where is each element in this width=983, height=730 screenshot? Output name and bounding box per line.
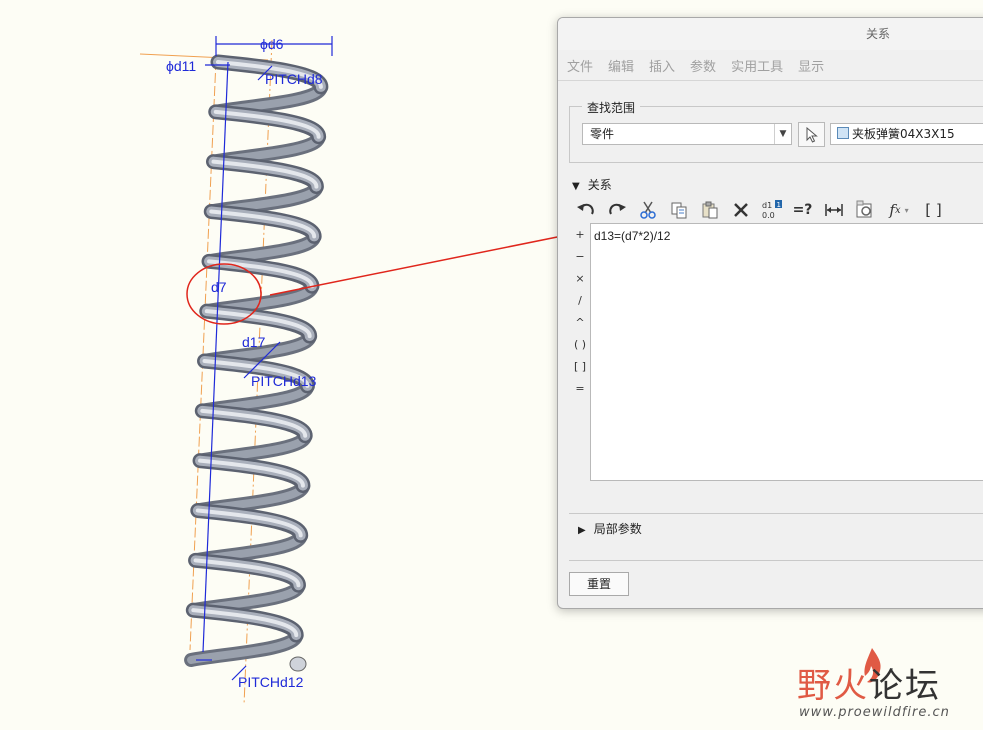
caret-down-icon: ▼	[572, 181, 580, 192]
scope-value: 零件	[590, 127, 615, 141]
operator-multiply-button[interactable]: ×	[572, 268, 588, 290]
watermark-title-red: 野火	[797, 666, 869, 706]
insert-feature-icon[interactable]	[851, 199, 878, 221]
function-icon[interactable]: f x ▾	[882, 199, 916, 221]
measure-icon[interactable]	[820, 199, 847, 221]
svg-text:d1: d1	[762, 201, 772, 210]
dim-d7-label[interactable]: d7	[211, 279, 227, 295]
model-field[interactable]: 夹板弹簧04X3X15	[830, 123, 983, 145]
copy-icon[interactable]	[665, 199, 692, 221]
caret-right-icon: ▶	[578, 525, 586, 536]
relations-editor[interactable]: d13=(d7*2)/12	[590, 223, 983, 481]
dim-d17-label[interactable]: d17	[242, 334, 266, 350]
relations-dialog[interactable]: 关系 文件 编辑 插入 参数 实用工具 显示 查找范围 零件 ▼ 夹板弹簧04X…	[557, 17, 983, 609]
svg-text:0.0: 0.0	[762, 211, 775, 220]
undo-icon[interactable]	[572, 199, 599, 221]
operator-parens-button[interactable]: ( )	[572, 334, 588, 356]
operator-column: + − × / ^ ( ) [ ] =	[572, 224, 588, 400]
menu-parameters[interactable]: 参数	[690, 56, 716, 75]
svg-text:1: 1	[776, 201, 780, 209]
operator-power-button[interactable]: ^	[572, 312, 588, 334]
model-name: 夹板弹簧04X3X15	[852, 127, 955, 141]
watermark-url: www.proewildfire.cn	[799, 705, 950, 720]
chevron-down-icon[interactable]: ▼	[774, 124, 791, 144]
cut-icon[interactable]	[634, 199, 661, 221]
divider	[569, 560, 983, 561]
dim-d6-label[interactable]: ϕd6	[260, 36, 284, 52]
local-params-toggle[interactable]: ▶ 局部参数	[578, 520, 642, 537]
divider	[569, 513, 983, 514]
bracket-icon[interactable]: [ ]	[920, 199, 947, 221]
cursor-arrow-icon	[806, 126, 818, 143]
spring-end-cap	[289, 656, 307, 672]
operator-equals-button[interactable]: =	[572, 378, 588, 400]
menu-insert[interactable]: 插入	[649, 56, 675, 75]
menu-bar: 文件 编辑 插入 参数 实用工具 显示	[558, 50, 983, 81]
menu-display[interactable]: 显示	[798, 56, 824, 75]
menu-edit[interactable]: 编辑	[608, 56, 634, 75]
dim-pitch-d8-label[interactable]: PITCHd8	[265, 71, 323, 87]
watermark-title-dark: 论坛	[869, 666, 941, 706]
dialog-title: 关系	[558, 18, 983, 50]
watermark-title: 野火论坛	[797, 658, 941, 707]
relations-section-toggle[interactable]: ▼ 关系	[572, 176, 612, 193]
local-params-label: 局部参数	[593, 522, 642, 536]
operator-plus-button[interactable]: +	[572, 224, 588, 246]
part-icon	[837, 127, 849, 139]
dim-pitch-d13-label[interactable]: PITCHd13	[251, 373, 317, 389]
menu-file[interactable]: 文件	[567, 56, 593, 75]
paste-icon[interactable]	[696, 199, 723, 221]
menu-utilities[interactable]: 实用工具	[731, 56, 783, 75]
select-model-button[interactable]	[798, 122, 825, 147]
relations-toolbar: d1 0.0 1 =? f x ▾ [ ]	[572, 198, 951, 222]
delete-icon[interactable]	[727, 199, 754, 221]
forum-watermark: 野火论坛 www.proewildfire.cn	[797, 648, 972, 725]
dim-pitch-d12-label[interactable]: PITCHd12	[238, 674, 304, 690]
operator-divide-button[interactable]: /	[572, 290, 588, 312]
reset-button[interactable]: 重置	[569, 572, 629, 596]
evaluate-icon[interactable]: =?	[789, 199, 816, 221]
relations-label: 关系	[587, 178, 612, 192]
scope-select[interactable]: 零件 ▼	[582, 123, 792, 145]
dim-d11-label[interactable]: ϕd11	[166, 58, 196, 74]
operator-minus-button[interactable]: −	[572, 246, 588, 268]
switch-dims-icon[interactable]: d1 0.0 1	[758, 199, 785, 221]
redo-icon[interactable]	[603, 199, 630, 221]
operator-brackets-button[interactable]: [ ]	[572, 356, 588, 378]
scope-label: 查找范围	[582, 99, 641, 116]
